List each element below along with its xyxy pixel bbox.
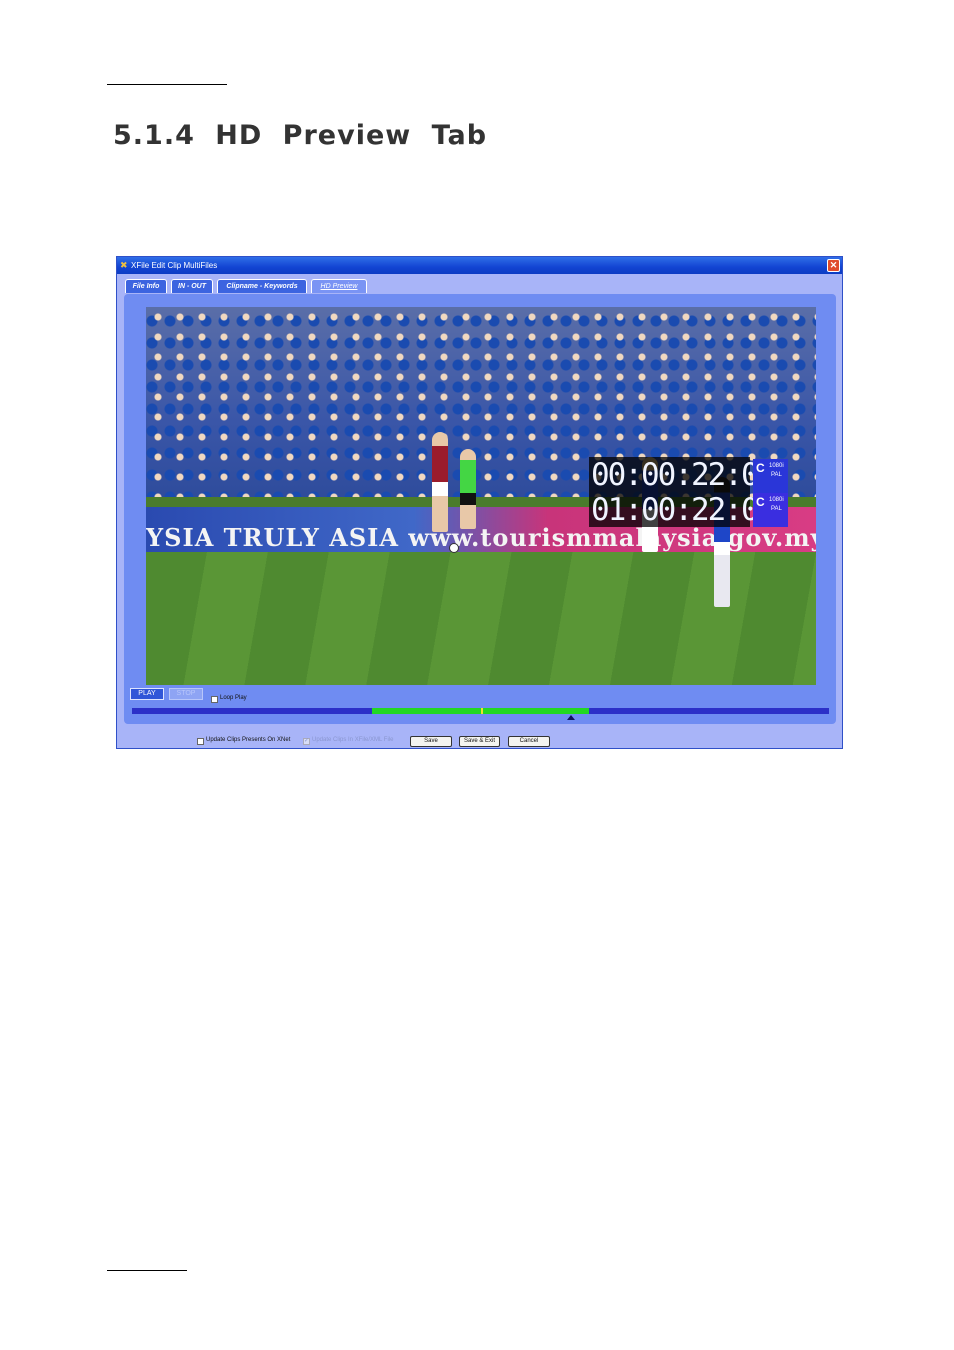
timeline-mark <box>480 708 483 714</box>
timecode-1: 00:00:22:08 <box>591 457 776 493</box>
timeline-bar[interactable] <box>132 708 829 714</box>
tab-in-out[interactable]: IN - OUT <box>171 279 213 293</box>
video-player-red <box>432 432 448 532</box>
update-xnet-checkbox[interactable] <box>197 738 204 745</box>
tab-file-info[interactable]: File Info <box>125 279 167 293</box>
title-bar[interactable]: ✖ XFile Edit Clip MultiFiles ✕ <box>117 257 842 274</box>
stop-button[interactable]: STOP <box>169 688 203 700</box>
format-badge-1: C 1080i PAL <box>753 459 788 493</box>
playhead-handle[interactable] <box>567 715 576 720</box>
hd-preview-panel: YSIA TRULY ASIA www.tourismmalaysia.gov.… <box>124 294 836 724</box>
update-xnet-label: Update Clips Presents On XNet <box>206 737 291 743</box>
video-ball <box>449 543 459 553</box>
cancel-button[interactable]: Cancel <box>508 736 550 747</box>
window-title: XFile Edit Clip MultiFiles <box>131 261 218 270</box>
loop-play-checkbox[interactable] <box>211 696 218 703</box>
header-rule <box>107 84 227 85</box>
edit-clip-window: ✖ XFile Edit Clip MultiFiles ✕ File Info… <box>116 256 843 749</box>
video-referee <box>460 449 476 529</box>
tab-clipname-keywords[interactable]: Clipname - Keywords <box>217 279 307 293</box>
footer-bar: Update Clips Presents On XNet ✓ Update C… <box>117 734 842 748</box>
footer-rule <box>107 1270 187 1271</box>
update-xfile-checkbox: ✓ <box>303 738 310 745</box>
save-exit-button[interactable]: Save & Exit <box>459 736 500 747</box>
video-preview: YSIA TRULY ASIA www.tourismmalaysia.gov.… <box>146 307 816 685</box>
close-icon[interactable]: ✕ <box>827 259 840 272</box>
update-xfile-label: Update Clips In XFile/XML File <box>312 737 394 743</box>
section-heading: 5.1.4 HD Preview Tab <box>113 120 488 151</box>
play-button[interactable]: PLAY <box>130 688 164 700</box>
tab-hd-preview[interactable]: HD Preview <box>311 279 367 293</box>
timecode-2: 01:00:22:08 <box>591 492 776 528</box>
loop-play-label: Loop Play <box>220 695 247 701</box>
save-button[interactable]: Save <box>410 736 452 747</box>
app-icon: ✖ <box>120 260 128 270</box>
format-badge-2: C 1080i PAL <box>753 493 788 527</box>
